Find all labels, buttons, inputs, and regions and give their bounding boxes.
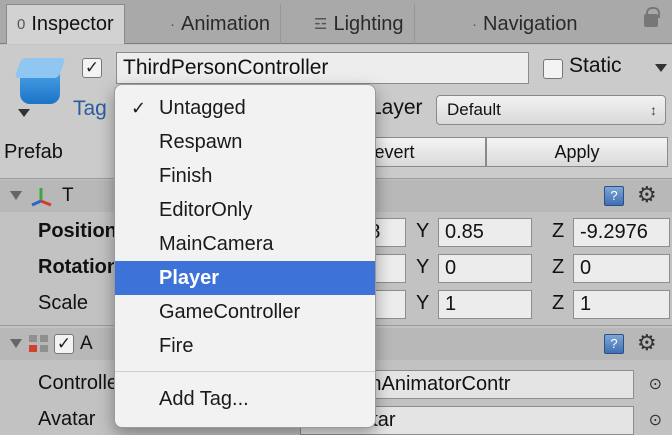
layer-select[interactable]: Default ↕ [436, 95, 666, 125]
static-checkbox[interactable] [543, 59, 563, 79]
layer-label: Layer [370, 96, 423, 119]
help-icon[interactable]: ? [604, 186, 624, 206]
object-name-field[interactable]: ThirdPersonController [116, 52, 529, 84]
position-y-field[interactable]: 0.85 [438, 218, 532, 247]
lock-icon[interactable] [644, 7, 660, 27]
gear-icon[interactable]: ⚙ [637, 182, 657, 208]
dropdown-item-respawn[interactable]: Respawn [115, 125, 375, 159]
layer-value: Default [447, 100, 501, 119]
position-y-axis-label[interactable]: Y [416, 220, 429, 243]
tab-navigation-label: Navigation [483, 12, 578, 35]
object-picker-icon[interactable]: ⊙ [649, 410, 662, 430]
dropdown-item-finish[interactable]: Finish [115, 159, 375, 193]
rotation-y-field[interactable]: 0 [438, 254, 532, 283]
animator-enabled-checkbox[interactable]: ✓ [54, 334, 74, 354]
dropdown-item-label: Fire [159, 335, 194, 357]
transform-axes-icon [31, 188, 52, 207]
position-z-axis-label[interactable]: Z [552, 220, 564, 243]
dropdown-item-label: GameController [159, 301, 301, 323]
inspector-icon: 0 [17, 16, 26, 33]
position-z-field[interactable]: -9.2976 [573, 218, 670, 247]
tab-lighting-label: Lighting [333, 12, 404, 35]
prefab-label: Prefab [4, 141, 63, 163]
scale-label[interactable]: Scale [38, 292, 88, 315]
dropdown-item-label: Untagged [159, 97, 246, 119]
tab-lighting[interactable]: ☲ Lighting [304, 4, 415, 44]
dropdown-item-editoronly[interactable]: EditorOnly [115, 193, 375, 227]
icon-dropdown-arrow-icon[interactable] [18, 109, 30, 117]
tag-label: Tag [73, 97, 107, 120]
tab-animation-label: Animation [181, 12, 270, 35]
foldout-arrow-icon[interactable] [10, 191, 22, 200]
avatar-label[interactable]: Avatar [38, 408, 95, 431]
scale-z-field[interactable]: 1 [573, 290, 670, 319]
dropdown-item-label: Add Tag... [159, 388, 249, 410]
tab-inspector-label: Inspector [31, 13, 114, 35]
gameobject-cube-icon[interactable] [14, 56, 66, 106]
dropdown-separator [115, 371, 375, 372]
foldout-arrow-icon[interactable] [10, 339, 22, 348]
gear-icon[interactable]: ⚙ [637, 330, 657, 356]
dropdown-item-maincamera[interactable]: MainCamera [115, 227, 375, 261]
rotation-y-axis-label[interactable]: Y [416, 256, 429, 279]
dropdown-item-label: Respawn [159, 131, 243, 153]
dropdown-item-player[interactable]: Player [115, 261, 375, 295]
position-label[interactable]: Position [38, 220, 117, 243]
tab-animation[interactable]: · Animation [160, 4, 281, 44]
animator-icon [29, 335, 48, 352]
static-dropdown-arrow-icon[interactable] [655, 64, 667, 72]
rotation-z-field[interactable]: 0 [573, 254, 670, 283]
transform-title: T [62, 185, 74, 206]
inspector-tab-bar: 0 Inspector · Animation ☲ Lighting · Nav… [0, 0, 672, 44]
controller-label[interactable]: Controller [38, 372, 125, 395]
dropdown-item-fire[interactable]: Fire [115, 329, 375, 363]
dropdown-item-label: MainCamera [159, 233, 274, 255]
scale-y-field[interactable]: 1 [438, 290, 532, 319]
animator-title: A [80, 333, 93, 354]
updown-arrows-icon: ↕ [650, 102, 657, 118]
checkmark-icon: ✓ [131, 98, 147, 118]
lighting-icon: ☲ [314, 16, 328, 33]
dropdown-item-add-tag[interactable]: Add Tag... [115, 382, 375, 416]
tag-dropdown-menu: ✓ Untagged Respawn Finish EditorOnly Mai… [114, 84, 376, 428]
dropdown-item-label: Finish [159, 165, 213, 187]
object-picker-icon[interactable]: ⊙ [649, 374, 662, 394]
dropdown-item-gamecontroller[interactable]: GameController [115, 295, 375, 329]
rotation-z-axis-label[interactable]: Z [552, 256, 564, 279]
dropdown-item-label: Player [159, 267, 220, 289]
tab-inspector[interactable]: 0 Inspector [6, 4, 125, 44]
scale-y-axis-label[interactable]: Y [416, 292, 429, 315]
prefab-apply-button[interactable]: Apply [486, 137, 668, 167]
navigation-icon: · [472, 15, 477, 33]
active-checkbox[interactable]: ✓ [82, 58, 102, 78]
animation-icon: · [170, 15, 175, 33]
rotation-label[interactable]: Rotation [38, 256, 119, 279]
tab-navigation[interactable]: · Navigation [462, 4, 588, 44]
help-icon[interactable]: ? [604, 334, 624, 354]
dropdown-item-untagged[interactable]: ✓ Untagged [115, 91, 375, 125]
scale-z-axis-label[interactable]: Z [552, 292, 564, 315]
static-label: Static [569, 54, 622, 77]
dropdown-item-label: EditorOnly [159, 199, 253, 221]
